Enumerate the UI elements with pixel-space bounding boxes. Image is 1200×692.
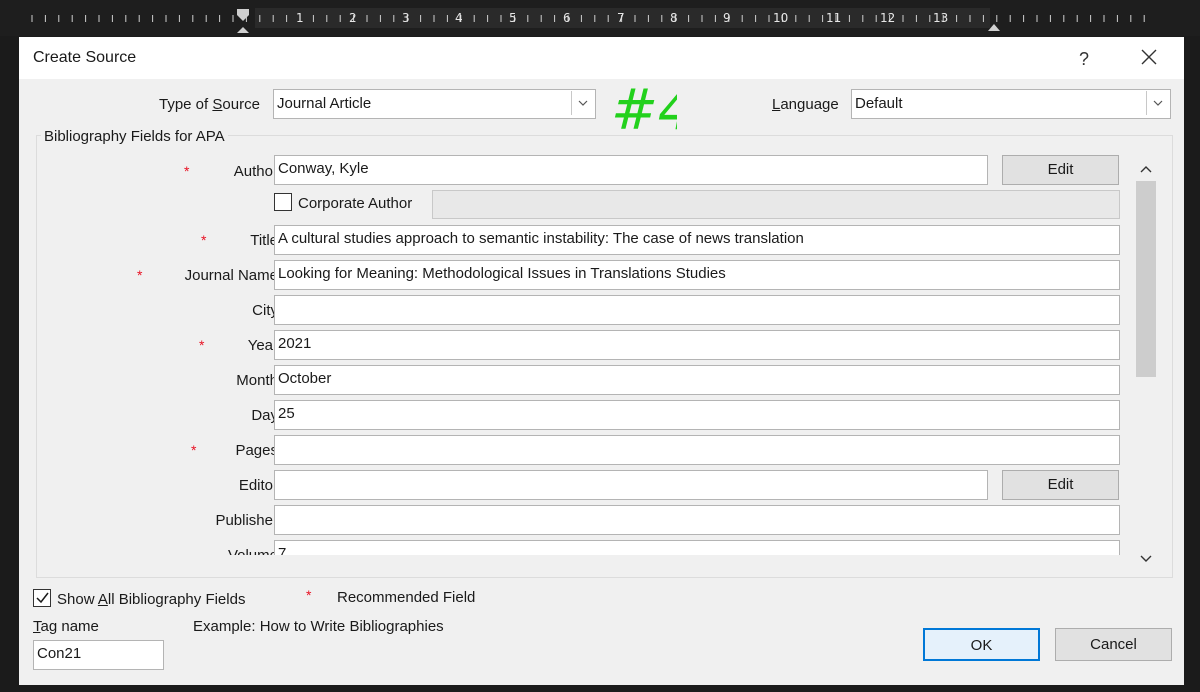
fields-scrollbar[interactable] — [1135, 156, 1157, 570]
scrollbar-thumb[interactable] — [1136, 181, 1156, 377]
dialog-title: Create Source — [33, 49, 137, 66]
month-field[interactable]: October — [274, 365, 1120, 395]
right-indent-icon — [988, 24, 1000, 31]
author-edit-button[interactable]: Edit — [1002, 155, 1119, 185]
recommended-marker: * — [306, 587, 312, 603]
volume-label: Volume — [177, 547, 278, 555]
handwritten-annotation: #4 — [611, 78, 677, 143]
pages-field[interactable] — [274, 435, 1120, 465]
first-line-indent-icon — [237, 9, 249, 21]
language-label: Language — [772, 96, 839, 113]
annotation-text: #4 — [611, 78, 677, 143]
scroll-up-icon[interactable] — [1135, 162, 1157, 176]
city-label: City — [252, 302, 278, 319]
language-combobox[interactable]: Default — [851, 89, 1171, 119]
month-label: Month — [236, 372, 278, 389]
language-value: Default — [855, 95, 903, 112]
editor-edit-button[interactable]: Edit — [1002, 470, 1119, 500]
show-all-fields-label: Show All Bibliography Fields — [57, 591, 246, 608]
chevron-down-icon[interactable] — [571, 91, 594, 115]
horizontal-ruler: 1 2 3 4 5 6 7 8 9 10 11 12 13 — [0, 0, 1200, 36]
volume-field[interactable]: 7 — [274, 540, 1120, 555]
checkmark-icon — [36, 592, 49, 604]
editor-label: Editor — [238, 477, 278, 494]
recommended-field-label: Recommended Field — [337, 589, 476, 606]
required-marker: * — [137, 267, 143, 283]
city-field[interactable] — [274, 295, 1120, 325]
hanging-indent-icon — [237, 27, 249, 33]
type-of-source-combobox[interactable]: Journal Article — [273, 89, 596, 119]
ok-button[interactable]: OK — [923, 628, 1040, 661]
corporate-author-field — [432, 190, 1120, 219]
publisher-label: Publisher — [215, 512, 278, 529]
author-field[interactable]: Conway, Kyle — [274, 155, 988, 185]
type-of-source-label: Type of Source — [159, 96, 260, 113]
show-all-fields-checkbox[interactable] — [33, 589, 51, 607]
example-text: Example: How to Write Bibliographies — [193, 618, 444, 635]
year-label: Year — [247, 337, 278, 354]
help-button[interactable]: ? — [1069, 46, 1099, 72]
indent-markers[interactable] — [0, 0, 1200, 36]
corporate-author-label: Corporate Author — [298, 195, 413, 212]
scroll-down-icon[interactable] — [1135, 552, 1157, 566]
chevron-down-icon[interactable] — [1146, 91, 1169, 115]
day-label: Day — [251, 407, 278, 424]
create-source-dialog: Create Source ? #4 Type of Source Journa… — [19, 37, 1184, 685]
tag-name-label: Tag name — [33, 618, 99, 635]
publisher-field[interactable] — [274, 505, 1120, 535]
author-label: Author — [233, 163, 278, 180]
corporate-author-checkbox[interactable] — [274, 193, 292, 211]
editor-field[interactable] — [274, 470, 988, 500]
pages-label: Pages — [235, 442, 278, 459]
bibliography-fields-title: Bibliography Fields for APA — [41, 128, 228, 145]
journal-name-label: Journal Name — [184, 267, 278, 284]
year-field[interactable]: 2021 — [274, 330, 1120, 360]
title-label: Title — [250, 232, 278, 249]
day-field[interactable]: 25 — [274, 400, 1120, 430]
fields-scroll-area: * Author Conway, Kyle Edit Corporate Aut… — [37, 151, 1170, 555]
title-field[interactable]: A cultural studies approach to semantic … — [274, 225, 1120, 255]
dialog-titlebar: Create Source ? — [19, 37, 1184, 79]
type-of-source-value: Journal Article — [277, 95, 372, 112]
close-icon[interactable] — [1134, 45, 1164, 71]
cancel-button[interactable]: Cancel — [1055, 628, 1172, 661]
tag-name-field[interactable]: Con21 — [33, 640, 164, 670]
journal-name-field[interactable]: Looking for Meaning: Methodological Issu… — [274, 260, 1120, 290]
